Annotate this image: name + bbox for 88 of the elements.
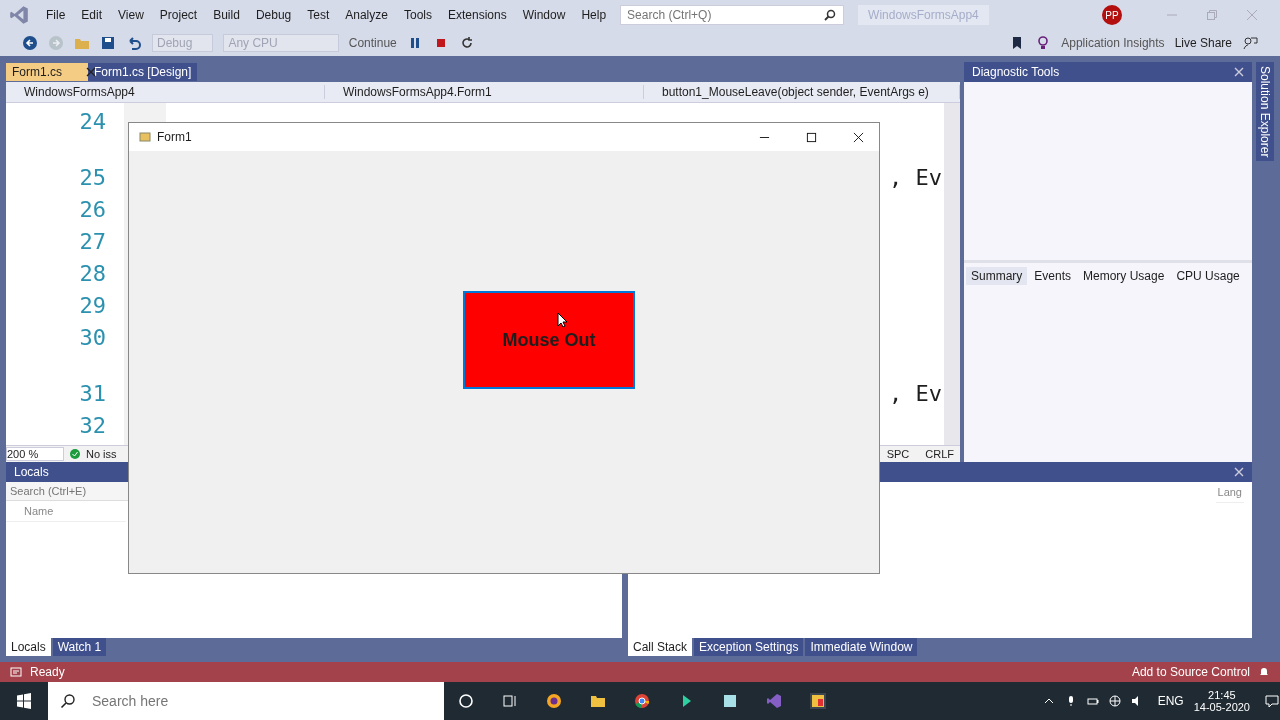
- navigation-dropdown[interactable]: WindowsFormsApp4.Form1: [325, 85, 644, 99]
- document-tab[interactable]: Form1.cs [Design]: [88, 63, 198, 81]
- diagnostic-tab[interactable]: CPU Usage: [1171, 267, 1245, 285]
- document-tab[interactable]: Form1.cs: [6, 63, 88, 81]
- diagnostic-tab[interactable]: Events: [1029, 267, 1077, 285]
- mouse-out-button[interactable]: Mouse Out: [463, 291, 635, 389]
- line-number: 26: [78, 196, 106, 222]
- line-number: 27: [78, 228, 106, 254]
- menu-item[interactable]: View: [110, 8, 152, 22]
- continue-button[interactable]: Continue: [348, 36, 397, 50]
- code-text: , Ev: [889, 380, 943, 406]
- maximize-icon[interactable]: [806, 131, 817, 143]
- vs-logo-icon: [8, 4, 30, 26]
- menu-item[interactable]: Project: [151, 8, 206, 22]
- panel-title: Locals: [14, 465, 50, 479]
- user-avatar[interactable]: PP: [1102, 5, 1122, 25]
- notification-icon[interactable]: [1264, 693, 1280, 709]
- menu-item[interactable]: Help: [573, 8, 615, 22]
- menu-item[interactable]: Extensions: [440, 8, 515, 22]
- form-title: Form1: [157, 130, 192, 144]
- code-text: , Ev: [889, 164, 943, 190]
- menu-item[interactable]: Build: [205, 8, 248, 22]
- line-number: 29: [78, 292, 106, 318]
- line-number: 30: [78, 324, 106, 350]
- line-ending-status[interactable]: CRLF: [925, 448, 954, 460]
- whitespace-status[interactable]: SPC: [886, 448, 910, 460]
- live-share-button[interactable]: Live Share: [1174, 36, 1232, 50]
- navigation-dropdown[interactable]: button1_MouseLeave(object sender, EventArgs e): [644, 85, 960, 99]
- column-header[interactable]: Name: [6, 501, 126, 522]
- form-icon: [139, 131, 151, 143]
- panel-tab[interactable]: Call Stack: [628, 638, 693, 656]
- mouse-cursor-icon: [557, 312, 567, 328]
- application-insights-button[interactable]: Application Insights: [1061, 36, 1165, 50]
- task-view-icon[interactable]: [502, 693, 518, 709]
- folder-icon[interactable]: [590, 693, 606, 709]
- cortana-circle-icon[interactable]: [458, 693, 474, 709]
- panel-tab[interactable]: Watch 1: [52, 638, 107, 656]
- line-number: 32: [78, 412, 106, 438]
- menu-item[interactable]: Analyze: [337, 8, 396, 22]
- navigation-dropdown[interactable]: WindowsFormsApp4: [6, 85, 325, 99]
- zoom-dropdown[interactable]: 200 %: [6, 447, 64, 461]
- close-tab-icon[interactable]: [86, 67, 96, 77]
- menu-item[interactable]: File: [38, 8, 74, 22]
- panel-tab[interactable]: Exception Settings: [694, 638, 804, 656]
- column-header[interactable]: Lang: [1215, 482, 1244, 503]
- line-number: 28: [78, 260, 106, 286]
- scrollbar[interactable]: [944, 103, 960, 445]
- source-control-button[interactable]: Add to Source Control: [1131, 665, 1250, 679]
- search-icon: [824, 9, 837, 21]
- menu-item[interactable]: Tools: [395, 8, 440, 22]
- menu-item[interactable]: Debug: [247, 8, 300, 22]
- panel-tab[interactable]: Immediate Window: [805, 638, 918, 656]
- save-icon[interactable]: [100, 35, 116, 51]
- status-text: Ready: [30, 665, 65, 679]
- windows-start-icon[interactable]: [16, 693, 32, 709]
- menu-item[interactable]: Window: [514, 8, 574, 22]
- chrome-icon[interactable]: [634, 693, 650, 709]
- solution-name: WindowsFormsApp4: [858, 5, 989, 25]
- visual-studio-icon[interactable]: [766, 693, 782, 709]
- globe-icon[interactable]: [1108, 695, 1121, 707]
- line-number: 24: [78, 108, 106, 134]
- check-icon: [70, 449, 80, 459]
- close-icon[interactable]: [853, 131, 864, 143]
- diagnostic-tab[interactable]: Memory Usage: [1078, 267, 1170, 285]
- issues-status[interactable]: No iss: [86, 448, 117, 460]
- search-icon: [60, 693, 76, 709]
- notepad-icon[interactable]: [722, 693, 738, 709]
- form-app-icon[interactable]: [810, 693, 826, 709]
- clock-date[interactable]: 14-05-2020: [1193, 701, 1250, 713]
- bell-icon[interactable]: [1258, 666, 1270, 678]
- panel-tab[interactable]: Locals: [6, 638, 51, 656]
- diagnostic-tab[interactable]: Summary: [966, 267, 1028, 285]
- menu-item[interactable]: Test: [299, 8, 338, 22]
- solution-explorer-tab[interactable]: Solution Explorer: [1256, 62, 1274, 162]
- back-icon[interactable]: [22, 35, 38, 51]
- line-number: 31: [78, 380, 106, 406]
- search-field[interactable]: Search (Ctrl+Q): [620, 5, 845, 25]
- browser-icon[interactable]: [546, 693, 562, 709]
- panel-title: Diagnostic Tools: [972, 65, 1061, 79]
- line-number: 25: [78, 164, 106, 190]
- output-icon: [10, 666, 22, 678]
- battery-icon[interactable]: [1086, 695, 1099, 707]
- taskbar-search-field[interactable]: Search here: [48, 682, 444, 720]
- menu-item[interactable]: Edit: [73, 8, 111, 22]
- feedback-icon[interactable]: [1242, 35, 1258, 51]
- clock-time[interactable]: 21:45: [1208, 689, 1236, 701]
- language-indicator[interactable]: ENG: [1157, 694, 1184, 708]
- undo-icon[interactable]: [126, 35, 142, 51]
